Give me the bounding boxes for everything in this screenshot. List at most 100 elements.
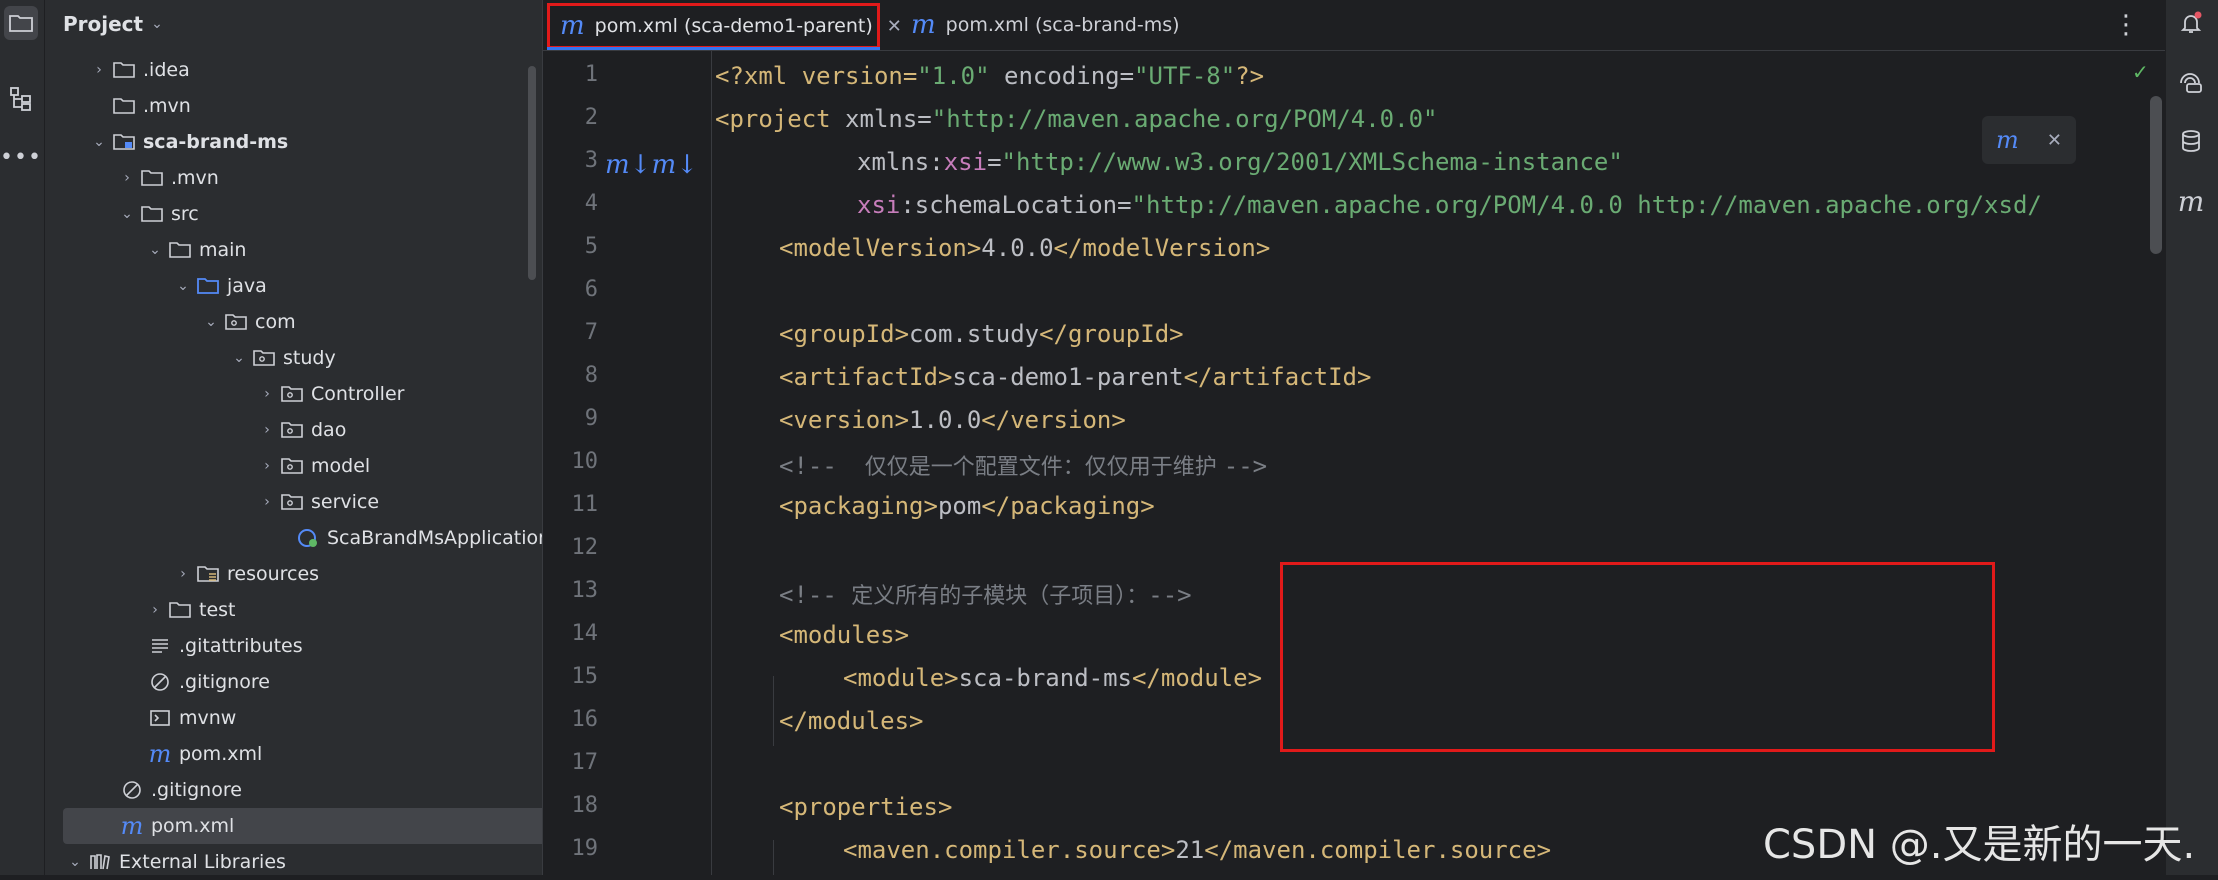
- line-number: 7: [584, 320, 598, 345]
- code-line-2: <project xmlns="http://maven.apache.org/…: [715, 105, 1438, 133]
- tree-item-label: java: [227, 275, 267, 297]
- tree-item-label: mvnw: [179, 707, 237, 729]
- tree-item-src[interactable]: ⌄ src: [45, 196, 595, 232]
- code-line-10: <!-- 仅仅是一个配置文件：仅仅用于维护 -->: [779, 452, 1268, 480]
- line-number: 2: [584, 105, 598, 130]
- line-number: 18: [571, 793, 599, 818]
- structure-tool-button[interactable]: [4, 82, 38, 116]
- tree-item-sca-brand-ms[interactable]: ⌄ sca-brand-ms: [45, 124, 567, 160]
- tree-item-test[interactable]: › test: [45, 592, 623, 628]
- line-number: 6: [584, 277, 598, 302]
- chevron-right-icon: ›: [264, 422, 270, 438]
- chevron-right-icon: ›: [264, 386, 270, 402]
- maven-reload-icon[interactable]: m: [1996, 126, 2019, 154]
- database-button[interactable]: [2174, 124, 2208, 158]
- project-tool-button[interactable]: [4, 6, 38, 40]
- database-icon: [2182, 130, 2200, 152]
- spring-class-icon: [295, 527, 321, 549]
- notifications-button[interactable]: [2174, 6, 2208, 40]
- tree-item-label: dao: [311, 419, 347, 441]
- code-line-18: <properties>: [779, 793, 953, 821]
- chevron-right-icon: ›: [124, 170, 130, 186]
- package-icon: [279, 419, 305, 441]
- close-icon[interactable]: ✕: [2047, 130, 2062, 151]
- line-number: 14: [571, 621, 599, 646]
- tree-item-idea[interactable]: › .idea: [45, 52, 567, 88]
- code-line-3: xmlns:xsi="http://www.w3.org/2001/XMLSch…: [857, 148, 1623, 176]
- maven-reload-hint: m ✕: [1982, 116, 2076, 164]
- chevron-down-icon: ⌄: [149, 242, 161, 258]
- editor: m pom.xml (sca-demo1-parent) ✕ m pom.xml…: [542, 0, 2167, 875]
- tree-item-gitattributes[interactable]: .gitattributes: [45, 628, 627, 664]
- code-line-16: </modules>: [779, 707, 924, 735]
- ai-assistant-button[interactable]: [2174, 66, 2208, 100]
- folder-icon: [139, 167, 165, 189]
- tree-item-mvn[interactable]: .mvn: [45, 88, 591, 124]
- tab-pom-brand-ms[interactable]: m pom.xml (sca-brand-ms): [911, 0, 1180, 50]
- maven-icon: m: [148, 740, 172, 768]
- maven-modules-gutter-icon[interactable]: m↓m↓: [605, 150, 698, 180]
- code-line-14: <modules>: [779, 621, 910, 649]
- more-tools-button[interactable]: •••: [0, 140, 41, 174]
- maven-tool-button[interactable]: m: [2174, 184, 2208, 218]
- maven-icon: m: [911, 10, 936, 40]
- line-number: 4: [584, 191, 598, 216]
- tree-item-label: pom.xml: [179, 743, 263, 765]
- chevron-down-icon: ⌄: [233, 350, 245, 366]
- line-number: 12: [571, 535, 599, 560]
- ai-assistant-icon: [2180, 73, 2202, 93]
- source-folder-icon: [195, 275, 221, 297]
- line-number: 17: [571, 750, 599, 775]
- tree-item-label: .mvn: [143, 95, 191, 117]
- tree-item-main[interactable]: ⌄ main: [45, 232, 623, 268]
- tree-item-label: External Libraries: [119, 851, 286, 873]
- tree-item-pom-child[interactable]: m pom.xml: [45, 736, 627, 772]
- tree-item-pom-selected[interactable]: m pom.xml: [63, 808, 624, 844]
- tree-item-label: sca-brand-ms: [143, 131, 289, 153]
- chevron-down-icon: ⌄: [69, 854, 81, 870]
- package-icon: [279, 491, 305, 513]
- line-number: 9: [584, 406, 598, 431]
- tree-item-label: .gitignore: [151, 779, 242, 801]
- close-icon[interactable]: ✕: [887, 16, 902, 37]
- line-number: 3: [584, 148, 598, 173]
- line-number: 1: [584, 62, 598, 87]
- text-file-icon: [147, 635, 173, 657]
- editor-scrollbar[interactable]: [2150, 96, 2162, 254]
- folder-icon: [167, 239, 193, 261]
- no-problems-check-icon[interactable]: ✓: [2132, 60, 2149, 84]
- tree-item-label: main: [199, 239, 247, 261]
- more-options-icon[interactable]: ⋮: [2113, 10, 2139, 40]
- chevron-right-icon: ›: [96, 62, 102, 78]
- folder-icon: [111, 59, 137, 81]
- tree-item-mvn-child[interactable]: › .mvn: [45, 160, 595, 196]
- tree-item-gitignore[interactable]: .gitignore: [45, 772, 599, 808]
- terminal-file-icon: [147, 707, 173, 729]
- line-number: 19: [571, 836, 599, 861]
- folder-icon: [9, 15, 33, 32]
- line-number: 13: [571, 578, 599, 603]
- tab-pom-parent[interactable]: m pom.xml (sca-demo1-parent) ✕: [547, 3, 902, 50]
- line-number: 10: [571, 449, 599, 474]
- module-folder-icon: [111, 131, 137, 153]
- project-panel-header[interactable]: Project ⌄: [45, 0, 542, 48]
- tree-item-gitignore-child[interactable]: .gitignore: [45, 664, 627, 700]
- code-line-15: <module>sca-brand-ms</module>: [843, 664, 1263, 692]
- line-number: 8: [584, 363, 598, 388]
- folder-icon: [167, 599, 193, 621]
- resources-folder-icon: [195, 563, 221, 585]
- ignore-file-icon: [119, 779, 145, 801]
- tree-item-label: resources: [227, 563, 320, 585]
- bell-icon: [2180, 11, 2202, 33]
- tree-item-mvnw[interactable]: mvnw: [45, 700, 627, 736]
- project-scrollbar[interactable]: [528, 66, 536, 280]
- maven-icon: m: [120, 812, 144, 840]
- tree-item-label: .mvn: [171, 167, 219, 189]
- code-line-19: <maven.compiler.source>21</maven.compile…: [843, 836, 1552, 864]
- folder-icon: [139, 203, 165, 225]
- tab-label: pom.xml (sca-brand-ms): [945, 14, 1180, 36]
- code-line-5: <modelVersion>4.0.0</modelVersion>: [779, 234, 1271, 262]
- tree-item-label: com: [255, 311, 296, 333]
- line-number: 16: [571, 707, 599, 732]
- maven-icon: m: [2177, 184, 2205, 218]
